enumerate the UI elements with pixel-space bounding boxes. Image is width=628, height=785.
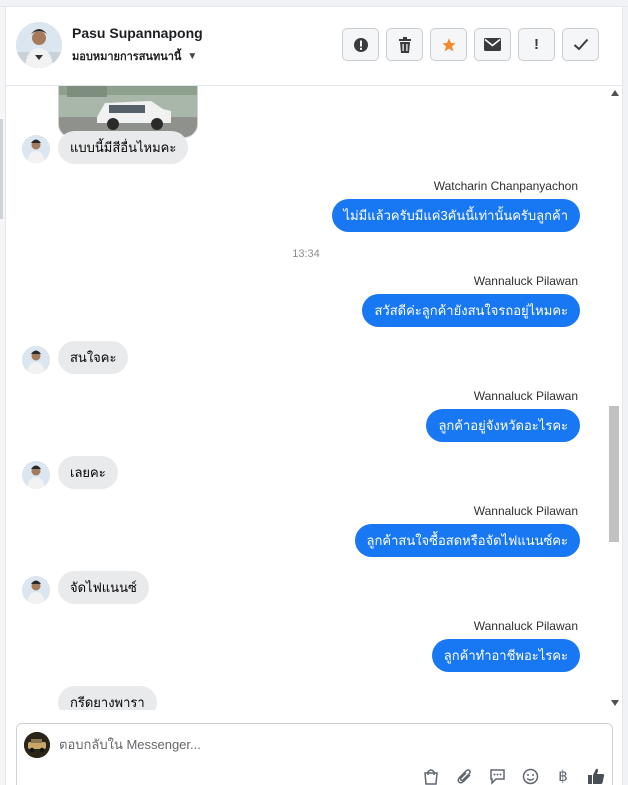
- exclamation-icon: !: [534, 36, 539, 53]
- contact-name[interactable]: Pasu Supannapong: [72, 25, 203, 41]
- contact-avatar[interactable]: [16, 22, 62, 68]
- star-button[interactable]: [430, 28, 467, 61]
- outgoing-message[interactable]: ลูกค้าอยู่จังหวัดอะไรคะ: [426, 409, 580, 442]
- chat-bubble-icon[interactable]: [487, 766, 507, 785]
- mark-spam-button[interactable]: [342, 28, 379, 61]
- scroll-up-arrow-icon[interactable]: [611, 90, 619, 96]
- thread-scrollbar[interactable]: [606, 86, 622, 710]
- reply-input[interactable]: [59, 737, 579, 752]
- message-sender: Wannaluck Pilawan: [473, 504, 578, 518]
- checkmark-icon: [573, 38, 589, 51]
- reply-composer: ฿: [16, 723, 613, 785]
- right-panel-edge: [622, 7, 628, 785]
- baht-icon[interactable]: ฿: [553, 766, 573, 785]
- header-actions: !: [342, 28, 599, 61]
- page-avatar: [24, 732, 50, 758]
- outgoing-message[interactable]: ไม่มีแล้วครับมีแค่3คันนี้เท่านั้นครับลูก…: [331, 199, 580, 232]
- incoming-message[interactable]: กรีดยางพารา: [58, 686, 157, 710]
- message-thread[interactable]: แบบนี้มีสีอื่นไหมคะ Watcharin Chanpanyac…: [6, 86, 606, 710]
- message-timestamp: 13:34: [292, 248, 320, 260]
- smiley-icon[interactable]: [520, 766, 540, 785]
- trash-icon: [398, 36, 412, 53]
- message-sender: Wannaluck Pilawan: [473, 619, 578, 633]
- contact-avatar-small: [22, 461, 50, 489]
- outgoing-message[interactable]: ลูกค้าสนใจซื้อสดหรือจัดไฟแนนซ์คะ: [354, 524, 580, 557]
- assign-conversation-dropdown[interactable]: มอบหมายการสนทนานี้ ▼: [72, 47, 197, 65]
- outgoing-message[interactable]: ลูกค้าทำอาชีพอะไรคะ: [431, 639, 580, 672]
- delete-button[interactable]: [386, 28, 423, 61]
- incoming-message[interactable]: เลยคะ: [58, 456, 118, 489]
- incoming-message[interactable]: สนใจคะ: [58, 341, 129, 374]
- incoming-message[interactable]: แบบนี้มีสีอื่นไหมคะ: [58, 131, 189, 164]
- paperclip-icon[interactable]: [454, 766, 474, 785]
- conversation-header: Pasu Supannapong มอบหมายการสนทนานี้ ▼ !: [6, 7, 622, 86]
- left-panel-scroll-mark: [0, 119, 3, 219]
- scroll-down-arrow-icon[interactable]: [611, 700, 619, 706]
- envelope-icon: [484, 38, 501, 51]
- shopping-bag-icon[interactable]: [421, 766, 441, 785]
- mark-done-button[interactable]: [562, 28, 599, 61]
- outgoing-message[interactable]: สวัสดีค่ะลูกค้ายังสนใจรถอยู่ไหมคะ: [362, 294, 580, 327]
- message-sender: Wannaluck Pilawan: [473, 274, 578, 288]
- composer-toolbar: ฿: [421, 766, 606, 785]
- contact-avatar-small: [22, 346, 50, 374]
- caret-down-icon: ▼: [187, 50, 198, 62]
- contact-avatar-small: [22, 135, 50, 163]
- star-icon: [441, 37, 457, 53]
- message-sender: Wannaluck Pilawan: [473, 389, 578, 403]
- mark-unread-button[interactable]: [474, 28, 511, 61]
- incoming-message[interactable]: จัดไฟแนนซ์: [58, 571, 149, 604]
- contact-avatar-small: [22, 576, 50, 604]
- message-sender: Watcharin Chanpanyachon: [433, 179, 578, 193]
- thumbs-up-icon[interactable]: [586, 766, 606, 785]
- follow-up-button[interactable]: !: [518, 28, 555, 61]
- scrollbar-thumb[interactable]: [609, 406, 619, 542]
- alert-circle-icon: [353, 37, 369, 53]
- assign-conversation-label: มอบหมายการสนทนานี้: [72, 51, 182, 63]
- window-top-bar: [0, 0, 628, 7]
